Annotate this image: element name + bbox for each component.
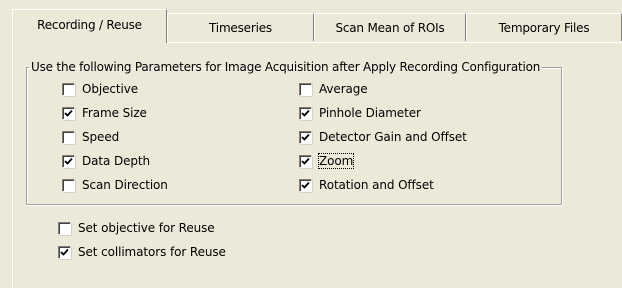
checkmark-icon [64,109,73,117]
checkmark-icon [64,157,73,165]
checkbox-box[interactable] [58,221,71,235]
checkmark-icon [301,109,310,117]
checkmark-icon [301,181,310,189]
checkbox-label: Average [319,82,368,96]
checkbox-box[interactable] [299,178,312,192]
scan-direction-checkbox[interactable]: Scan Direction [62,177,168,193]
checkbox-box[interactable] [62,82,75,96]
checkbox-label: Rotation and Offset [319,178,434,192]
tab-label: Recording / Reuse [37,17,142,32]
tab-recording-reuse[interactable]: Recording / Reuse [12,9,167,43]
checkbox-box[interactable] [58,245,71,259]
detector-gain-offset-checkbox[interactable]: Detector Gain and Offset [299,129,467,145]
data-depth-checkbox[interactable]: Data Depth [62,153,150,169]
pinhole-diameter-checkbox[interactable]: Pinhole Diameter [299,105,421,121]
checkbox-label: Speed [82,130,120,144]
checkmark-icon [301,133,310,141]
checkmark-icon [301,157,310,165]
checkbox-label: Zoom [317,153,355,169]
checkbox-label: Set collimators for Reuse [78,245,226,259]
checkbox-label: Data Depth [82,154,151,168]
tab-temporary-files[interactable]: Temporary Files [466,13,622,41]
tab-label: Timeseries [209,20,272,35]
checkbox-box[interactable] [62,154,75,168]
checkbox-box[interactable] [299,106,312,120]
frame-size-checkbox[interactable]: Frame Size [62,105,147,121]
checkbox-label: Objective [82,82,139,96]
set-objective-reuse-checkbox[interactable]: Set objective for Reuse [58,220,215,236]
speed-checkbox[interactable]: Speed [62,129,119,145]
tab-strip: Timeseries Scan Mean of ROIs Temporary F… [0,0,622,43]
tab-timeseries[interactable]: Timeseries [167,13,314,41]
checkbox-label: Detector Gain and Offset [319,130,467,144]
checkmark-icon [60,248,69,256]
checkbox-label: Frame Size [82,106,147,120]
checkbox-label: Scan Direction [82,178,168,192]
group-legend: Use the following Parameters for Image A… [31,60,541,74]
checkbox-box[interactable] [299,130,312,144]
checkbox-box[interactable] [299,154,312,168]
checkbox-box[interactable] [62,178,75,192]
average-checkbox[interactable]: Average [299,81,368,97]
checkbox-label: Set objective for Reuse [78,221,215,235]
checkbox-box[interactable] [299,82,312,96]
zoom-checkbox[interactable]: Zoom [299,153,355,169]
rotation-offset-checkbox[interactable]: Rotation and Offset [299,177,434,193]
tab-label: Temporary Files [498,20,590,35]
tab-panel-border-left [12,42,13,288]
checkbox-box[interactable] [62,106,75,120]
objective-checkbox[interactable]: Objective [62,81,138,97]
checkbox-label: Pinhole Diameter [319,106,421,120]
checkbox-box[interactable] [62,130,75,144]
tab-scan-mean-of-rois[interactable]: Scan Mean of ROIs [314,13,466,41]
set-collimators-reuse-checkbox[interactable]: Set collimators for Reuse [58,244,226,260]
tab-label: Scan Mean of ROIs [335,20,445,35]
